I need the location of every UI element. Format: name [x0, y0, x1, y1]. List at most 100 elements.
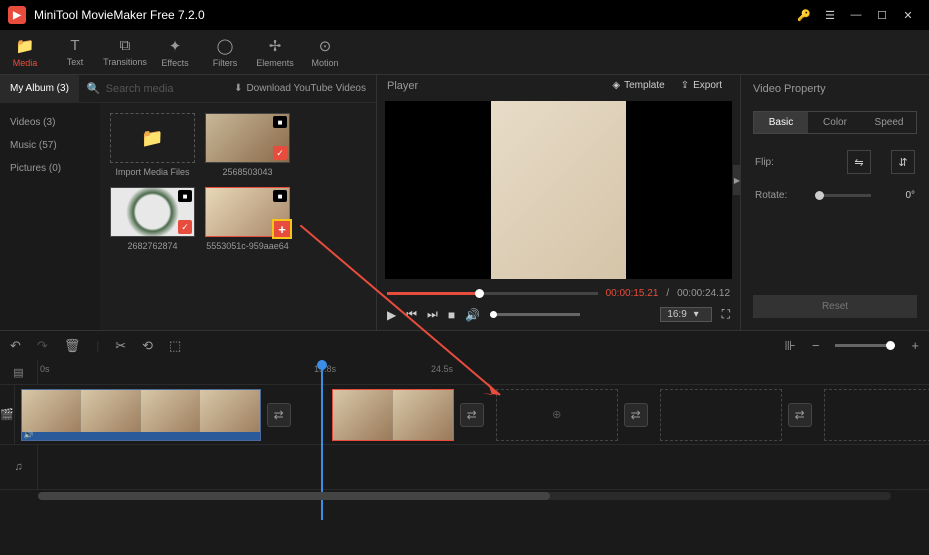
prop-tab-color[interactable]: Color [808, 112, 862, 133]
audio-track-icon: ♫ [0, 445, 38, 489]
transitions-icon: ⧉ [120, 37, 131, 54]
video-badge-icon: ■ [273, 116, 287, 128]
transition-slot-2[interactable]: ⇄ [460, 403, 484, 427]
download-icon: ⬇ [234, 83, 242, 94]
zoom-in-button[interactable]: + [911, 338, 919, 353]
volume-icon[interactable]: 🔊 [465, 308, 480, 322]
sidebar-item-music[interactable]: Music (57) [0, 134, 100, 157]
add-to-timeline-button[interactable]: + [272, 219, 292, 239]
filters-icon: ◯ [217, 37, 234, 55]
zoom-out-button[interactable]: − [812, 338, 820, 353]
panel-title: Video Property [741, 75, 929, 103]
drop-slot[interactable] [660, 389, 782, 441]
export-icon: ⇪ [681, 80, 689, 91]
prop-tab-basic[interactable]: Basic [754, 112, 808, 133]
ruler-mark: 24.5s [431, 364, 453, 374]
export-button[interactable]: ⇪ Export [673, 80, 730, 91]
elements-icon: ✢ [269, 37, 282, 55]
drop-slot[interactable]: ⊕ [496, 389, 618, 441]
album-tab[interactable]: My Album (3) [0, 75, 79, 103]
media-thumb-1[interactable]: ■ ✓ [205, 113, 290, 163]
video-preview[interactable] [385, 101, 732, 279]
tab-media[interactable]: 📁 Media [0, 30, 50, 74]
timeline-ruler[interactable]: 0s 15.8s 24.5s [38, 360, 929, 384]
maximize-button[interactable]: ☐ [869, 2, 895, 28]
menu-icon[interactable]: ☰ [817, 2, 843, 28]
aspect-ratio-select[interactable]: 16:9 ▾ [660, 307, 711, 322]
search-icon: 🔍 [87, 82, 101, 95]
rotate-slider[interactable] [815, 194, 871, 197]
next-frame-button[interactable]: ⏭ [427, 307, 438, 322]
sidebar-item-videos[interactable]: Videos (3) [0, 111, 100, 134]
transition-slot-1[interactable]: ⇄ [267, 403, 291, 427]
template-icon: ◈ [612, 80, 620, 91]
tab-filters[interactable]: ◯ Filters [200, 30, 250, 74]
split-button[interactable]: ✂ [115, 338, 126, 354]
sidebar-item-pictures[interactable]: Pictures (0) [0, 157, 100, 180]
video-badge-icon: ■ [273, 190, 287, 202]
redo-button[interactable]: ↷ [37, 338, 48, 354]
transition-slot-3[interactable]: ⇄ [624, 403, 648, 427]
reset-button[interactable]: Reset [753, 295, 917, 318]
time-current: 00:00:15.21 [606, 288, 659, 299]
video-badge-icon: ■ [178, 190, 192, 202]
close-button[interactable]: ✕ [895, 2, 921, 28]
collapse-panel-button[interactable]: ▶ [733, 165, 741, 195]
media-thumb-2[interactable]: ■ ✓ [110, 187, 195, 237]
drop-slot[interactable] [824, 389, 929, 441]
undo-button[interactable]: ↶ [10, 338, 21, 354]
video-clip-1[interactable] [21, 389, 261, 441]
stop-button[interactable]: ■ [448, 308, 455, 322]
audio-track[interactable] [38, 445, 929, 489]
tab-text[interactable]: T Text [50, 30, 100, 74]
volume-slider[interactable] [490, 313, 580, 316]
fullscreen-button[interactable]: ⛶ [722, 307, 730, 322]
tab-transitions[interactable]: ⧉ Transitions [100, 30, 150, 74]
app-title: MiniTool MovieMaker Free 7.2.0 [34, 8, 205, 22]
video-track-icon: 🎬 [0, 385, 15, 444]
horizontal-scrollbar[interactable] [38, 492, 891, 500]
prev-frame-button[interactable]: ⏮ [406, 307, 417, 322]
flip-vertical-button[interactable]: ⇵ [891, 150, 915, 174]
flip-horizontal-button[interactable]: ⇋ [847, 150, 871, 174]
import-media-button[interactable]: 📁 [110, 113, 195, 163]
effects-icon: ✦ [169, 37, 182, 55]
flip-label: Flip: [755, 157, 795, 168]
check-icon: ✓ [178, 220, 192, 234]
timeline-options-icon[interactable]: ▤ [0, 360, 38, 384]
ruler-mark: 0s [40, 364, 50, 374]
progress-bar[interactable] [387, 292, 598, 295]
rotate-value: 0° [891, 190, 915, 201]
import-label: Import Media Files [110, 167, 195, 177]
folder-icon: 📁 [16, 37, 35, 55]
download-youtube-link[interactable]: ⬇ Download YouTube Videos [224, 83, 376, 94]
app-logo: ▶ [8, 6, 26, 24]
time-total: 00:00:24.12 [677, 288, 730, 299]
video-frame [491, 101, 626, 279]
rotate-label: Rotate: [755, 190, 795, 201]
speed-button[interactable]: ⟲ [142, 338, 153, 354]
play-button[interactable]: ▶ [387, 308, 396, 322]
minimize-button[interactable]: — [843, 2, 869, 28]
zoom-fit-button[interactable]: ⊪ [784, 338, 795, 354]
text-icon: T [70, 37, 79, 54]
zoom-slider[interactable] [835, 344, 895, 347]
tab-elements[interactable]: ✢ Elements [250, 30, 300, 74]
prop-tab-speed[interactable]: Speed [862, 112, 916, 133]
tab-effects[interactable]: ✦ Effects [150, 30, 200, 74]
motion-icon: ⊙ [319, 37, 332, 55]
media-label: 2568503043 [205, 167, 290, 177]
media-label: 2682762874 [110, 241, 195, 251]
search-input[interactable]: 🔍 Search media [79, 82, 224, 95]
player-title: Player [387, 80, 418, 92]
media-thumb-3[interactable]: ■ + [205, 187, 290, 237]
media-label: 5553051c-959aae64 [205, 241, 290, 251]
video-clip-2[interactable] [332, 389, 454, 441]
crop-button[interactable]: ⬚ [169, 338, 181, 354]
check-icon: ✓ [273, 146, 287, 160]
transition-slot-4[interactable]: ⇄ [788, 403, 812, 427]
tab-motion[interactable]: ⊙ Motion [300, 30, 350, 74]
delete-button[interactable]: 🗑 [64, 338, 81, 354]
key-icon[interactable]: 🔑 [791, 2, 817, 28]
template-button[interactable]: ◈ Template [604, 80, 672, 91]
